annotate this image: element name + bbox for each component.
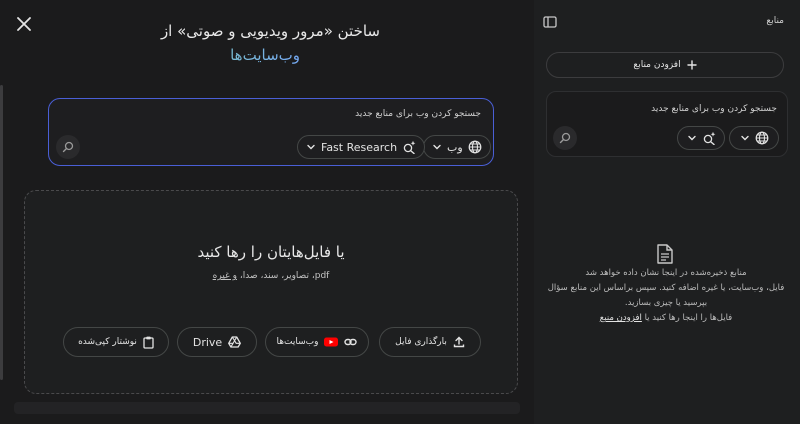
link-icon <box>344 338 358 346</box>
sparkle-search-icon <box>703 131 715 145</box>
search-icon <box>559 132 571 144</box>
add-sources-dialog: ساختن «مرور ویدیویی و صوتی» از وب‌سایت‌ه… <box>0 0 534 424</box>
panel-search-submit-button[interactable] <box>553 126 577 150</box>
add-source-label: افزودن منابع <box>633 60 681 70</box>
document-icon <box>657 244 673 264</box>
panel-search-input[interactable]: جستجو کردن وب برای منابع جدید <box>651 104 777 114</box>
chevron-down-icon <box>433 144 441 150</box>
dialog-title: ساختن «مرور ویدیویی و صوتی» از <box>160 22 380 40</box>
plus-icon <box>686 60 697 70</box>
panel-web-search-box[interactable]: جستجو کردن وب برای منابع جدید <box>546 91 788 157</box>
sources-panel: منابع افزودن منابع جستجو کردن وب برای من… <box>534 0 800 424</box>
sidebar-toggle-icon <box>543 16 557 28</box>
sparkle-search-icon <box>403 140 416 154</box>
empty-state-line3: فایل‌ها را اینجا رها کنید یا افزودن منبع <box>546 311 786 326</box>
websites-label: وب‌سایت‌ها <box>276 337 319 347</box>
empty-state-text: منابع ذخیره‌شده در اینجا نشان داده خواهد… <box>546 266 786 326</box>
drop-zone-title: یا فایل‌هایتان را رها کنید <box>197 243 345 261</box>
search-input[interactable]: جستجو کردن وب برای منابع جدید <box>355 109 481 119</box>
dialog-title-accent: وب‌سایت‌ها <box>150 46 300 64</box>
file-types-text: pdf، تصاویر، سند، صدا، <box>236 271 330 281</box>
collapse-panel-button[interactable] <box>540 12 560 32</box>
panel-title: منابع <box>766 16 784 26</box>
empty-state-line3-text: فایل‌ها را اینجا رها کنید یا <box>641 313 733 323</box>
add-source-link[interactable]: افزودن منبع <box>600 313 642 323</box>
upload-icon <box>453 336 465 348</box>
empty-state-line2: فایل، وب‌سایت، یا غیره اضافه کنید. سپس ب… <box>547 283 785 308</box>
empty-state-line1: منابع ذخیره‌شده در اینجا نشان داده خواهد… <box>585 268 747 278</box>
websites-button[interactable]: وب‌سایت‌ها <box>265 327 369 357</box>
scrollbar[interactable] <box>0 85 3 380</box>
copied-text-label: نوشتار کپی‌شده <box>78 337 137 347</box>
chevron-down-icon <box>307 144 315 150</box>
panel-research-mode-dropdown[interactable] <box>677 126 725 150</box>
chevron-down-icon <box>740 135 749 141</box>
panel-source-type-dropdown[interactable] <box>729 126 779 150</box>
close-icon <box>17 17 31 31</box>
search-icon <box>62 141 74 153</box>
copied-text-button[interactable]: نوشتار کپی‌شده <box>63 327 169 357</box>
drive-label: Drive <box>192 335 223 349</box>
web-search-box[interactable]: جستجو کردن وب برای منابع جدید وب Fast Re… <box>48 98 494 166</box>
drive-icon <box>228 336 242 348</box>
search-submit-button[interactable] <box>56 135 80 159</box>
dialog-footer-strip <box>14 402 520 414</box>
globe-icon <box>468 140 482 154</box>
globe-icon <box>755 131 768 145</box>
add-source-button[interactable]: افزودن منابع <box>546 52 784 78</box>
research-mode-dropdown[interactable]: Fast Research <box>297 135 426 159</box>
more-types-link[interactable]: و غیره <box>213 271 237 281</box>
research-mode-label: Fast Research <box>321 140 398 154</box>
source-type-label: وب <box>447 140 463 154</box>
clipboard-icon <box>143 336 154 349</box>
file-drop-zone[interactable]: یا فایل‌هایتان را رها کنید pdf، تصاویر، … <box>24 190 518 394</box>
chevron-down-icon <box>687 135 696 141</box>
drop-zone-subtitle: pdf، تصاویر، سند، صدا، و غیره <box>25 271 517 281</box>
close-button[interactable] <box>12 12 36 36</box>
upload-file-button[interactable]: بارگذاری فایل <box>379 327 481 357</box>
source-type-dropdown[interactable]: وب <box>423 135 491 159</box>
youtube-icon <box>324 337 339 347</box>
upload-file-label: بارگذاری فایل <box>395 337 447 347</box>
drive-button[interactable]: Drive <box>177 327 257 357</box>
